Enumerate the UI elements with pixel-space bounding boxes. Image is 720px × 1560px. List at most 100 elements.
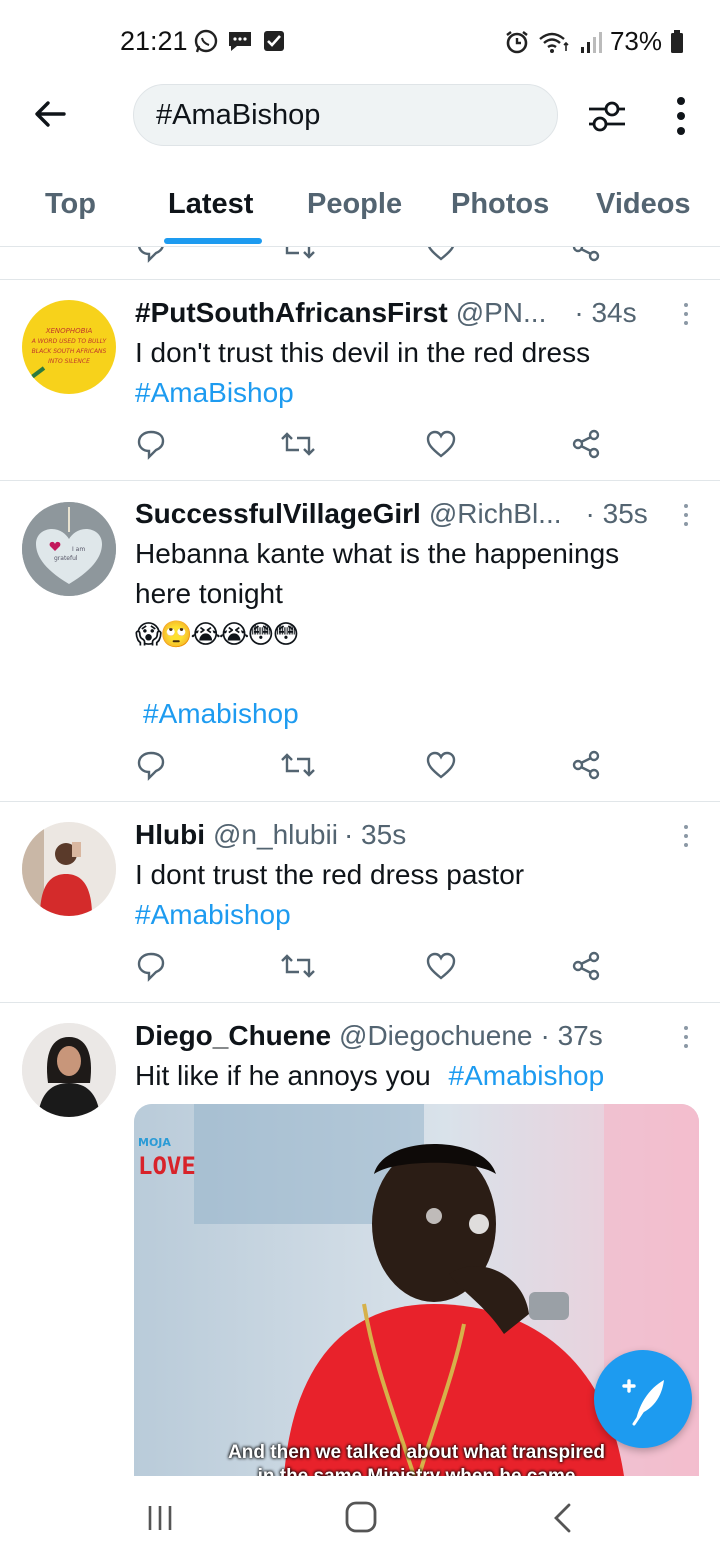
tweet-header: SuccessfulVillageGirl @RichBl... · 35s — [135, 498, 648, 530]
checkbox-icon — [264, 31, 284, 51]
tweet-body: Hit like if he annoys you — [135, 1060, 431, 1091]
search-query: #AmaBishop — [156, 98, 321, 131]
like-icon[interactable] — [425, 428, 457, 460]
tab-latest[interactable]: Latest — [168, 188, 253, 221]
tweet-timestamp: · 35s — [585, 498, 648, 529]
svg-text:XENOPHOBIA: XENOPHOBIA — [45, 327, 93, 335]
tweet-header: Diego_Chuene @Diegochuene · 37s — [135, 1020, 603, 1052]
tweet-hashtag[interactable]: #Amabishop — [135, 895, 695, 935]
battery-icon — [671, 29, 683, 53]
compose-tweet-button[interactable] — [594, 1350, 692, 1448]
share-icon[interactable] — [570, 247, 602, 263]
recent-apps-icon[interactable] — [146, 1504, 174, 1532]
tweet-hashtag[interactable]: #AmaBishop — [135, 373, 695, 413]
tweet-more-icon[interactable] — [682, 503, 690, 527]
tweet-hashtag[interactable]: #Amabishop — [449, 1060, 605, 1091]
share-icon[interactable] — [570, 428, 602, 460]
message-icon — [229, 32, 251, 51]
avatar-image: XENOPHOBIA A WORD USED TO BULLY BLACK SO… — [26, 327, 108, 382]
tab-people[interactable]: People — [307, 188, 402, 221]
whatsapp-icon — [194, 29, 218, 53]
status-time: 21:21 — [120, 26, 188, 56]
reply-icon[interactable] — [135, 247, 167, 263]
avatar-image — [22, 822, 116, 916]
tweet-timestamp: · 35s — [343, 819, 407, 850]
compose-feather-icon — [622, 1379, 664, 1426]
tweet-actions — [135, 950, 615, 990]
signal-icon — [580, 31, 602, 53]
tweet-author-handle[interactable]: @n_hlubii — [213, 819, 338, 851]
avatar-image — [22, 1023, 116, 1117]
avatar-image: I am grateful — [22, 502, 116, 596]
wifi-icon — [539, 32, 569, 53]
tweet[interactable]: I am grateful SuccessfulVillageGirl @Ric… — [0, 481, 720, 802]
tweet-text: Hebanna kante what is the happenings her… — [135, 534, 695, 734]
tweet-body-line-1: Hebanna kante what is the happenings — [135, 538, 620, 569]
share-icon[interactable] — [570, 749, 602, 781]
filter-icon[interactable] — [585, 94, 629, 138]
tweet-text: I don't trust this devil in the red dres… — [135, 333, 695, 413]
reply-icon[interactable] — [135, 950, 167, 982]
tweet-author-handle[interactable]: @PN... — [456, 297, 547, 329]
system-nav-bar — [0, 1476, 720, 1560]
svg-text:BLACK SOUTH AFRICANS: BLACK SOUTH AFRICANS — [32, 348, 107, 355]
retweet-icon[interactable] — [280, 247, 316, 263]
tab-top[interactable]: Top — [45, 188, 96, 221]
like-icon[interactable] — [425, 247, 457, 263]
tweet-timestamp: · 34s — [574, 297, 637, 328]
tweet-timestamp: · 37s — [540, 1020, 603, 1051]
retweet-icon[interactable] — [280, 749, 316, 781]
tweet-author-handle[interactable]: @Diegochuene — [339, 1020, 532, 1052]
like-icon[interactable] — [425, 749, 457, 781]
tweet[interactable]: Hlubi @n_hlubii · 35s I dont trust the r… — [0, 802, 720, 1003]
reply-icon[interactable] — [135, 428, 167, 460]
search-header: #AmaBishop — [0, 82, 720, 148]
svg-text:grateful: grateful — [54, 555, 78, 562]
tweet-author-name[interactable]: Diego_Chuene — [135, 1020, 331, 1052]
tweet-body-line-2: here tonight — [135, 578, 283, 609]
tweet-author-name[interactable]: Hlubi — [135, 819, 205, 851]
tweet-hashtag[interactable]: #Amabishop — [135, 694, 695, 734]
tweet-author-name[interactable]: #PutSouthAfricansFirst — [135, 297, 448, 329]
home-icon[interactable] — [344, 1500, 378, 1534]
back-nav-icon[interactable] — [550, 1502, 576, 1534]
status-bar: 21:21 73% — [0, 0, 720, 82]
battery-percentage: 73% — [609, 26, 662, 56]
search-input[interactable]: #AmaBishop — [133, 84, 558, 146]
retweet-icon[interactable] — [280, 950, 316, 982]
tweet-more-icon[interactable] — [682, 824, 690, 848]
video-caption-line-2: in the same Ministry when he came — [134, 1466, 699, 1476]
reply-icon[interactable] — [135, 749, 167, 781]
more-options-icon[interactable] — [668, 94, 694, 138]
tweet-emojis: 😱🙄😭😭😳😳 — [135, 619, 299, 649]
svg-text:INTO SILENCE: INTO SILENCE — [48, 358, 90, 365]
tweet-author-name[interactable]: SuccessfulVillageGirl — [135, 498, 421, 530]
logo-moja: MOJA — [138, 1136, 171, 1149]
avatar[interactable]: XENOPHOBIA A WORD USED TO BULLY BLACK SO… — [22, 300, 116, 394]
share-icon[interactable] — [570, 950, 602, 982]
avatar[interactable] — [22, 1023, 116, 1117]
tweet[interactable]: XENOPHOBIA A WORD USED TO BULLY BLACK SO… — [0, 280, 720, 481]
svg-text:A WORD USED TO BULLY: A WORD USED TO BULLY — [31, 338, 108, 345]
tweet-actions — [135, 428, 615, 468]
like-icon[interactable] — [425, 950, 457, 982]
logo-love: LOVE — [138, 1152, 196, 1180]
retweet-icon[interactable] — [280, 428, 316, 460]
avatar[interactable] — [22, 822, 116, 916]
previous-tweet-actions — [0, 247, 720, 280]
tab-videos[interactable]: Videos — [596, 188, 691, 221]
back-arrow-icon[interactable] — [30, 94, 70, 134]
tweet-more-icon[interactable] — [682, 1025, 690, 1049]
active-tab-indicator — [164, 238, 262, 244]
avatar[interactable]: I am grateful — [22, 502, 116, 596]
tweet-header: Hlubi @n_hlubii · 35s — [135, 819, 406, 851]
tweet-actions — [135, 749, 615, 789]
tweet-body: I don't trust this devil in the red dres… — [135, 337, 591, 368]
tab-photos[interactable]: Photos — [451, 188, 549, 221]
tweet-author-handle[interactable]: @RichBl... — [429, 498, 562, 530]
search-tabs: Top Latest People Photos Videos — [0, 170, 720, 247]
notification-icons — [193, 28, 287, 54]
tweet-more-icon[interactable] — [682, 302, 690, 326]
tweet-header: #PutSouthAfricansFirst @PN... · 34s — [135, 297, 637, 329]
